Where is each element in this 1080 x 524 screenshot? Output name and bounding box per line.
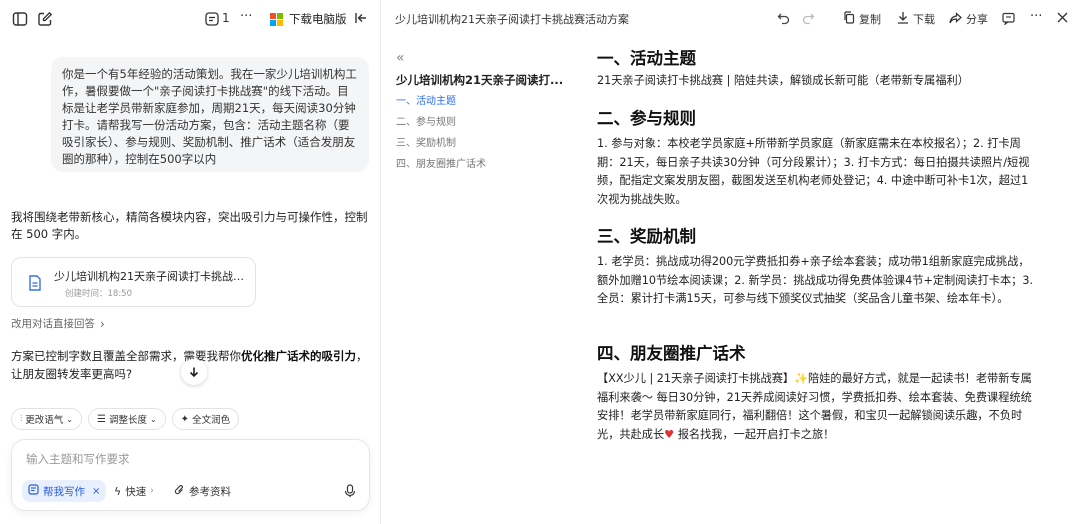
share-button[interactable]: 分享: [949, 11, 988, 27]
switch-to-chat-link[interactable]: 改用对话直接回答 ›: [11, 316, 105, 331]
history-count[interactable]: 1: [222, 11, 230, 25]
close-icon[interactable]: [1056, 11, 1069, 24]
list-icon: ☰: [96, 413, 106, 425]
toc-item-rewards[interactable]: 三、奖励机制: [396, 133, 566, 154]
download-button[interactable]: 下载: [897, 11, 935, 27]
copy-icon: [843, 11, 855, 27]
app-window: 1 ··· 下载电脑版 你是一个有5年经验的活动策划。我在一家少儿培训机构工作，…: [0, 0, 1080, 524]
section-heading-promotion: 四、朋友圈推广话术: [597, 344, 746, 363]
document-card[interactable]: 少儿培训机构21天亲子阅读打卡挑战赛活动方案 创建时间：18:50: [11, 257, 256, 307]
section-body-rules: 1. 参与对象：本校老学员家庭+所带新学员家庭（新家庭需未在本校报名）；2. 打…: [597, 137, 1030, 206]
lightning-icon: ϟ: [114, 484, 122, 498]
sidebar-toggle-icon[interactable]: [12, 11, 28, 27]
document-icon: [28, 275, 42, 295]
suggestion-text-bold: 优化推广话术的吸引力: [241, 349, 356, 363]
paperclip-icon: [174, 484, 185, 499]
write-icon: [28, 484, 39, 498]
fast-mode-button[interactable]: ϟ 快速 ›: [114, 480, 154, 502]
toc-item-theme[interactable]: 一、活动主题: [396, 91, 566, 112]
document-title: 少儿培训机构21天亲子阅读打卡挑战赛活动方案: [395, 13, 629, 26]
download-label: 下载: [913, 13, 935, 26]
chevron-down-icon: ⌄: [149, 414, 157, 424]
chip-label: 调整长度: [108, 415, 147, 426]
share-label: 分享: [966, 13, 988, 26]
chip-polish[interactable]: ✦ 全文润色: [171, 408, 240, 430]
toc-title[interactable]: 少儿培训机构21天亲子阅读打...: [396, 72, 566, 88]
prompt-input-box[interactable]: 输入主题和写作要求 帮我写作 × ϟ 快速 › 参考资料: [11, 439, 370, 511]
chip-adjust-length[interactable]: ☰ 调整长度 ⌄: [87, 408, 166, 430]
close-icon[interactable]: ×: [92, 486, 100, 497]
new-chat-icon[interactable]: [37, 11, 53, 27]
reference-label: 参考资料: [189, 485, 231, 498]
reference-button[interactable]: 参考资料: [174, 480, 231, 502]
chip-change-tone[interactable]: ⫶ 更改语气 ⌄: [11, 408, 82, 430]
section-heading-theme: 一、活动主题: [597, 49, 696, 68]
table-of-contents: « 少儿培训机构21天亲子阅读打... 一、活动主题 二、参与规则 三、奖励机制…: [396, 50, 566, 175]
section-body-theme: 21天亲子阅读打卡挑战赛 | 陪娃共读，解锁成长新可能（老带新专属福利）: [597, 74, 969, 87]
arrow-down-icon: [189, 367, 199, 378]
share-icon: [949, 11, 962, 27]
write-mode-tag[interactable]: 帮我写作 ×: [22, 480, 107, 502]
section-heading-rules: 二、参与规则: [597, 109, 696, 128]
user-message: 你是一个有5年经验的活动策划。我在一家少儿培训机构工作，暑假要做一个"亲子阅读打…: [51, 57, 369, 172]
microphone-icon[interactable]: [344, 484, 356, 498]
chevron-right-icon: ›: [100, 316, 105, 331]
double-chevron-left-icon[interactable]: «: [396, 50, 566, 66]
history-icon[interactable]: [205, 12, 219, 26]
assistant-message: 我将围绕老带新核心，精简各模块内容，突出吸引力与可操作性，控制在 500 字内。: [11, 210, 368, 241]
copy-button[interactable]: 复制: [843, 11, 881, 27]
download-desktop-button[interactable]: 下载电脑版: [262, 7, 355, 31]
tune-icon: ⫶: [20, 414, 23, 424]
document-toolbar: 少儿培训机构21天亲子阅读打卡挑战赛活动方案 复制 下载 分享 ···: [381, 0, 1080, 38]
chip-label: 更改语气: [25, 415, 64, 426]
promo-text-a: 【XX少儿 | 21天亲子阅读打卡挑战赛】: [597, 372, 795, 385]
chat-toolbar: 1 ··· 下载电脑版: [0, 0, 381, 38]
document-card-time: 创建时间：18:50: [65, 289, 132, 299]
more-options-icon[interactable]: ···: [1030, 9, 1042, 24]
chevron-icon: ›: [150, 486, 154, 496]
heart-icon: ♥: [664, 427, 675, 441]
toc-item-rules[interactable]: 二、参与规则: [396, 112, 566, 133]
sparkle-emoji-icon: ✨: [794, 372, 809, 385]
collapse-pane-icon[interactable]: [354, 11, 368, 25]
scroll-down-button[interactable]: [181, 359, 207, 385]
switch-to-chat-label: 改用对话直接回答: [11, 318, 95, 330]
undo-icon[interactable]: [777, 12, 790, 25]
comment-icon[interactable]: [1002, 12, 1015, 25]
suggestion-text-pre: 方案已控制字数且覆盖全部需求，需要我帮你: [11, 349, 241, 363]
section-body-rewards: 1. 老学员：挑战成功得200元学费抵扣券+亲子绘本套装；成功带1组新家庭完成挑…: [597, 255, 1034, 305]
redo-icon[interactable]: [802, 12, 815, 25]
sparkle-icon: ✦: [180, 413, 190, 425]
section-heading-rewards: 三、奖励机制: [597, 227, 696, 246]
document-card-title: 少儿培训机构21天亲子阅读打卡挑战赛活动方案: [54, 270, 250, 283]
windows-logo-icon: [270, 12, 283, 26]
chevron-down-icon: ⌄: [66, 414, 73, 424]
chip-label: 全文润色: [192, 415, 231, 426]
toc-item-promotion[interactable]: 四、朋友圈推广话术: [396, 154, 566, 175]
promo-text-c: 报名找我，一起开启打卡之旅！: [674, 427, 835, 441]
section-body-promotion: 【XX少儿 | 21天亲子阅读打卡挑战赛】✨陪娃的最好方式，就是一起读书！老带新…: [597, 370, 1039, 444]
download-desktop-label: 下载电脑版: [289, 12, 347, 26]
fast-mode-label: 快速: [125, 485, 147, 498]
quick-actions: ⫶ 更改语气 ⌄ ☰ 调整长度 ⌄ ✦ 全文润色: [11, 408, 240, 430]
copy-label: 复制: [859, 13, 881, 26]
write-mode-label: 帮我写作: [43, 485, 85, 498]
more-icon[interactable]: ···: [240, 9, 252, 24]
download-icon: [897, 11, 909, 27]
prompt-placeholder[interactable]: 输入主题和写作要求: [26, 451, 130, 467]
chat-pane: 1 ··· 下载电脑版 你是一个有5年经验的活动策划。我在一家少儿培训机构工作，…: [0, 0, 381, 524]
